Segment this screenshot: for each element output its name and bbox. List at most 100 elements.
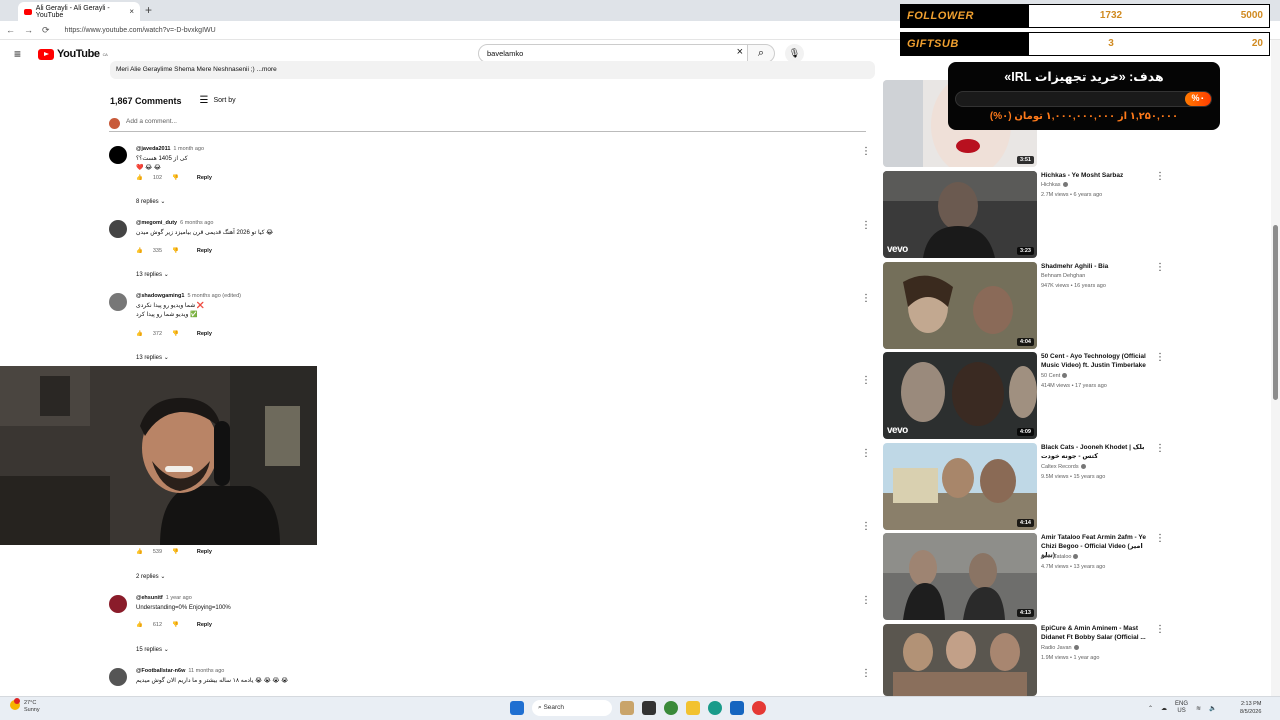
more-options-icon[interactable]: ⋮	[1155, 624, 1165, 635]
recommended-video[interactable]: 4:13 Amir Tataloo Feat Armin 2afm - Ye C…	[883, 533, 1173, 620]
dislike-icon[interactable]: 👎	[172, 622, 179, 628]
video-thumbnail[interactable]: 4:04	[883, 262, 1037, 349]
reply-button[interactable]: Reply	[197, 622, 212, 628]
comment-author[interactable]: @shadowgaming1	[136, 293, 184, 299]
widgets-icon[interactable]	[620, 701, 634, 715]
dislike-icon[interactable]: 👎	[172, 175, 179, 181]
video-description[interactable]: Meri Alie Geraylime Shema Mere Neshnasen…	[110, 61, 875, 79]
wifi-icon[interactable]: ≋	[1196, 705, 1201, 712]
browser-tab[interactable]: Ali Gerayli - Ali Gerayli - YouTube ×	[18, 2, 140, 21]
add-comment-field[interactable]: Add a comment...	[109, 118, 866, 132]
like-icon[interactable]: 👍	[136, 331, 143, 337]
recommended-video[interactable]: vevo 4:09 50 Cent - Ayo Technology (Offi…	[883, 352, 1173, 439]
comment-actions: 👍 539 👎 Reply	[136, 549, 212, 555]
reply-button[interactable]: Reply	[197, 175, 212, 181]
clear-search-icon[interactable]: ×	[737, 46, 743, 58]
video-thumbnail[interactable]: 4:13	[883, 533, 1037, 620]
new-tab-icon[interactable]: +	[145, 3, 152, 17]
comment-author[interactable]: @megomi_duty	[136, 220, 177, 226]
more-options-icon[interactable]: ⋮	[1155, 533, 1165, 544]
chevron-up-icon[interactable]: ⌃	[1148, 705, 1153, 712]
show-replies-button[interactable]: 2 replies ⌄	[136, 573, 165, 580]
xbox-icon[interactable]	[664, 701, 678, 715]
recommended-video[interactable]: vevo 3:23 Hichkas - Ye Mosht Sarbaz Hich…	[883, 171, 1173, 258]
reply-button[interactable]: Reply	[197, 549, 212, 555]
hamburger-menu-icon[interactable]: ≡	[14, 47, 21, 61]
reply-button[interactable]: Reply	[197, 248, 212, 254]
more-options-icon[interactable]: ⋮	[1155, 443, 1165, 454]
weather-widget[interactable]: 27°C Sunny	[10, 698, 40, 714]
recommended-video[interactable]: 4:04 Shadmehr Aghili - Bia Behnam Dehgha…	[883, 262, 1173, 349]
channel-name[interactable]: Hichkas	[1041, 182, 1068, 188]
dislike-icon[interactable]: 👎	[172, 331, 179, 337]
more-options-icon[interactable]: ⋮	[1155, 171, 1165, 182]
video-title[interactable]: Black Cats - Jooneh Khodet | بلک کتس - ج…	[1041, 443, 1153, 461]
more-options-icon[interactable]: ⋮	[861, 375, 871, 386]
page-scrollbar[interactable]	[1271, 40, 1280, 696]
more-options-icon[interactable]: ⋮	[861, 146, 871, 157]
url-field[interactable]: https://www.youtube.com/watch?v=-D-bvxkg…	[65, 27, 216, 34]
back-icon[interactable]: ←	[6, 25, 15, 35]
video-title[interactable]: EpiCure & Amin Aminem - Mast Didanet Ft …	[1041, 624, 1153, 642]
edge-icon[interactable]	[708, 701, 722, 715]
comment-author[interactable]: @Footballstar-n6w	[136, 668, 185, 674]
channel-name[interactable]: Radio Javan	[1041, 645, 1079, 651]
channel-name[interactable]: Behnam Dehghan	[1041, 273, 1085, 279]
windows-start-icon[interactable]	[510, 701, 524, 715]
like-icon[interactable]: 👍	[136, 175, 143, 181]
close-tab-icon[interactable]: ×	[129, 7, 134, 16]
show-replies-button[interactable]: 13 replies ⌄	[136, 271, 169, 278]
video-title[interactable]: Hichkas - Ye Mosht Sarbaz	[1041, 171, 1153, 180]
language-indicator[interactable]: ENG US	[1175, 701, 1188, 715]
video-thumbnail[interactable]: 4:14	[883, 443, 1037, 530]
file-explorer-icon[interactable]	[686, 701, 700, 715]
chrome-icon[interactable]	[752, 701, 766, 715]
comment-time[interactable]: 5 months ago (edited)	[187, 293, 241, 299]
comment-author[interactable]: @ehsunitf	[136, 595, 163, 601]
channel-name[interactable]: Amir Tataloo	[1041, 554, 1079, 560]
comment-time[interactable]: 1 year ago	[166, 595, 192, 601]
more-options-icon[interactable]: ⋮	[861, 521, 871, 532]
video-title[interactable]: Shadmehr Aghili - Bia	[1041, 262, 1153, 271]
store-icon[interactable]	[730, 701, 744, 715]
forward-icon[interactable]: →	[24, 25, 33, 35]
recommended-video[interactable]: EpiCure & Amin Aminem - Mast Didanet Ft …	[883, 624, 1173, 696]
reply-button[interactable]: Reply	[197, 331, 212, 337]
video-thumbnail[interactable]	[883, 624, 1037, 696]
sort-button[interactable]: ☰ Sort by	[200, 95, 236, 106]
comment-time[interactable]: 11 months ago	[188, 668, 224, 674]
show-replies-button[interactable]: 15 replies ⌄	[136, 646, 169, 653]
like-icon[interactable]: 👍	[136, 549, 143, 555]
more-options-icon[interactable]: ⋮	[861, 595, 871, 606]
dislike-icon[interactable]: 👎	[172, 549, 179, 555]
onedrive-icon[interactable]: ☁	[1161, 705, 1167, 712]
show-replies-button[interactable]: 8 replies ⌄	[136, 198, 165, 205]
comment-time[interactable]: 6 months ago	[180, 220, 213, 226]
more-options-icon[interactable]: ⋮	[861, 220, 871, 231]
show-replies-button[interactable]: 13 replies ⌄	[136, 354, 169, 361]
channel-name[interactable]: 50 Cent	[1041, 373, 1068, 379]
more-options-icon[interactable]: ⋮	[1155, 352, 1165, 363]
comment-author[interactable]: @javeda2011	[136, 146, 170, 152]
recommended-video[interactable]: 4:14 Black Cats - Jooneh Khodet | بلک کت…	[883, 443, 1173, 530]
dislike-icon[interactable]: 👎	[172, 248, 179, 254]
video-thumbnail[interactable]: vevo 4:09	[883, 352, 1037, 439]
video-thumbnail[interactable]: vevo 3:23	[883, 171, 1037, 258]
scrollbar-thumb[interactable]	[1273, 225, 1278, 400]
taskbar-search[interactable]: ⌕ Search	[532, 700, 612, 716]
youtube-logo[interactable]: YouTube CA	[38, 48, 108, 60]
system-clock[interactable]: 2:13 PM 8/5/2026	[1240, 700, 1261, 716]
more-options-icon[interactable]: ⋮	[1155, 262, 1165, 273]
like-icon[interactable]: 👍	[136, 622, 143, 628]
comment-time[interactable]: 1 month ago	[173, 146, 204, 152]
volume-icon[interactable]: 🔈	[1209, 705, 1216, 712]
reload-icon[interactable]: ⟳	[42, 25, 50, 36]
more-options-icon[interactable]: ⋮	[861, 293, 871, 304]
follower-goal-overlay: FOLLOWER 1732 5000	[900, 4, 1270, 28]
more-options-icon[interactable]: ⋮	[861, 668, 871, 679]
channel-name[interactable]: Caltex Records	[1041, 464, 1086, 470]
video-title[interactable]: 50 Cent - Ayo Technology (Official Music…	[1041, 352, 1153, 370]
like-icon[interactable]: 👍	[136, 248, 143, 254]
more-options-icon[interactable]: ⋮	[861, 448, 871, 459]
task-view-icon[interactable]	[642, 701, 656, 715]
